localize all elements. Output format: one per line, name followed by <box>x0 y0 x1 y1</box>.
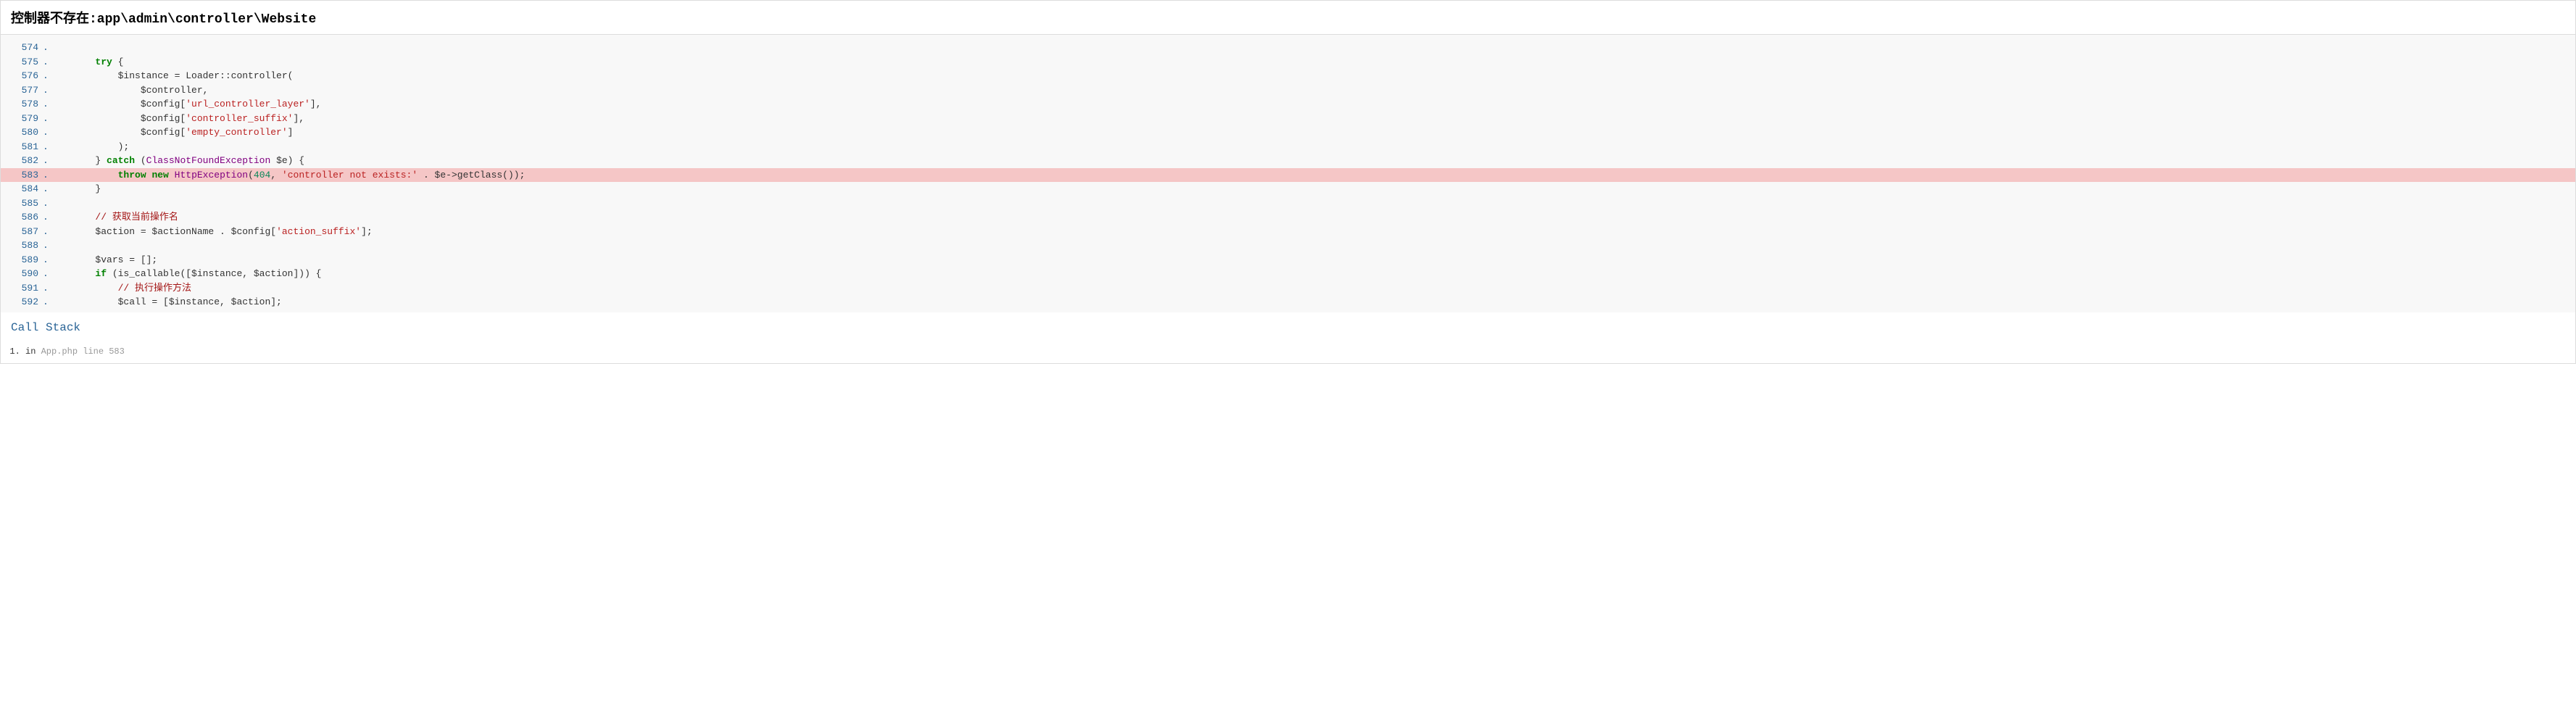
code-line: 576. $instance = Loader::controller( <box>1 69 2575 83</box>
line-dot: . <box>43 196 50 211</box>
code-line: 592. $call = [$instance, $action]; <box>1 295 2575 310</box>
line-content: $config['url_controller_layer'], <box>50 97 2575 112</box>
code-line: 586. // 获取当前操作名 <box>1 210 2575 225</box>
line-dot: . <box>43 281 50 296</box>
line-dot: . <box>43 238 50 253</box>
line-content: try { <box>50 55 2575 70</box>
line-content: // 执行操作方法 <box>50 281 2575 296</box>
line-number: 578 <box>1 97 43 112</box>
line-content <box>50 41 2575 55</box>
code-line: 591. // 执行操作方法 <box>1 281 2575 296</box>
line-number: 577 <box>1 83 43 98</box>
line-number: 580 <box>1 125 43 140</box>
line-number: 592 <box>1 295 43 310</box>
code-line: 583. throw new HttpException(404, 'contr… <box>1 168 2575 183</box>
code-line: 587. $action = $actionName . $config['ac… <box>1 225 2575 239</box>
stack-item: in App.php line 583 <box>25 344 2565 359</box>
line-dot: . <box>43 83 50 98</box>
line-number: 583 <box>1 168 43 183</box>
code-line: 590. if (is_callable([$instance, $action… <box>1 267 2575 281</box>
code-line: 580. $config['empty_controller'] <box>1 125 2575 140</box>
code-block: 574.575. try {576. $instance = Loader::c… <box>1 35 2575 312</box>
line-dot: . <box>43 97 50 112</box>
line-number: 590 <box>1 267 43 281</box>
call-stack-list: in App.php line 583 <box>1 337 2575 363</box>
line-dot: . <box>43 41 50 55</box>
line-content: if (is_callable([$instance, $action])) { <box>50 267 2575 281</box>
line-content: $config['controller_suffix'], <box>50 112 2575 126</box>
code-line: 579. $config['controller_suffix'], <box>1 112 2575 126</box>
line-number: 587 <box>1 225 43 239</box>
code-line: 575. try { <box>1 55 2575 70</box>
line-dot: . <box>43 225 50 239</box>
code-line: 582. } catch (ClassNotFoundException $e)… <box>1 154 2575 168</box>
code-line: 588. <box>1 238 2575 253</box>
line-content: } catch (ClassNotFoundException $e) { <box>50 154 2575 168</box>
line-content: throw new HttpException(404, 'controller… <box>50 168 2575 183</box>
page-title: 控制器不存在:app\admin\controller\Website <box>1 1 2575 35</box>
code-line: 577. $controller, <box>1 83 2575 98</box>
line-content: $vars = []; <box>50 253 2575 267</box>
code-line: 585. <box>1 196 2575 211</box>
line-content <box>50 238 2575 253</box>
line-number: 586 <box>1 210 43 225</box>
line-number: 585 <box>1 196 43 211</box>
line-content: $instance = Loader::controller( <box>50 69 2575 83</box>
code-line: 578. $config['url_controller_layer'], <box>1 97 2575 112</box>
line-content: } <box>50 182 2575 196</box>
line-dot: . <box>43 55 50 70</box>
line-number: 576 <box>1 69 43 83</box>
line-number: 588 <box>1 238 43 253</box>
line-dot: . <box>43 140 50 154</box>
code-line: 581. ); <box>1 140 2575 154</box>
code-line: 589. $vars = []; <box>1 253 2575 267</box>
line-number: 575 <box>1 55 43 70</box>
line-dot: . <box>43 154 50 168</box>
line-dot: . <box>43 295 50 310</box>
line-dot: . <box>43 125 50 140</box>
line-dot: . <box>43 253 50 267</box>
code-line: 574. <box>1 41 2575 55</box>
line-dot: . <box>43 69 50 83</box>
line-content <box>50 196 2575 211</box>
line-content: // 获取当前操作名 <box>50 210 2575 225</box>
line-content: $call = [$instance, $action]; <box>50 295 2575 310</box>
line-number: 582 <box>1 154 43 168</box>
line-dot: . <box>43 112 50 126</box>
line-content: ); <box>50 140 2575 154</box>
line-content: $controller, <box>50 83 2575 98</box>
line-number: 579 <box>1 112 43 126</box>
line-content: $config['empty_controller'] <box>50 125 2575 140</box>
line-dot: . <box>43 210 50 225</box>
line-number: 591 <box>1 281 43 296</box>
line-number: 589 <box>1 253 43 267</box>
error-page: 控制器不存在:app\admin\controller\Website 574.… <box>0 0 2576 364</box>
line-dot: . <box>43 182 50 196</box>
line-content: $action = $actionName . $config['action_… <box>50 225 2575 239</box>
line-number: 581 <box>1 140 43 154</box>
code-line: 584. } <box>1 182 2575 196</box>
line-dot: . <box>43 267 50 281</box>
line-number: 574 <box>1 41 43 55</box>
call-stack-title: Call Stack <box>1 312 2575 337</box>
line-number: 584 <box>1 182 43 196</box>
line-dot: . <box>43 168 50 183</box>
